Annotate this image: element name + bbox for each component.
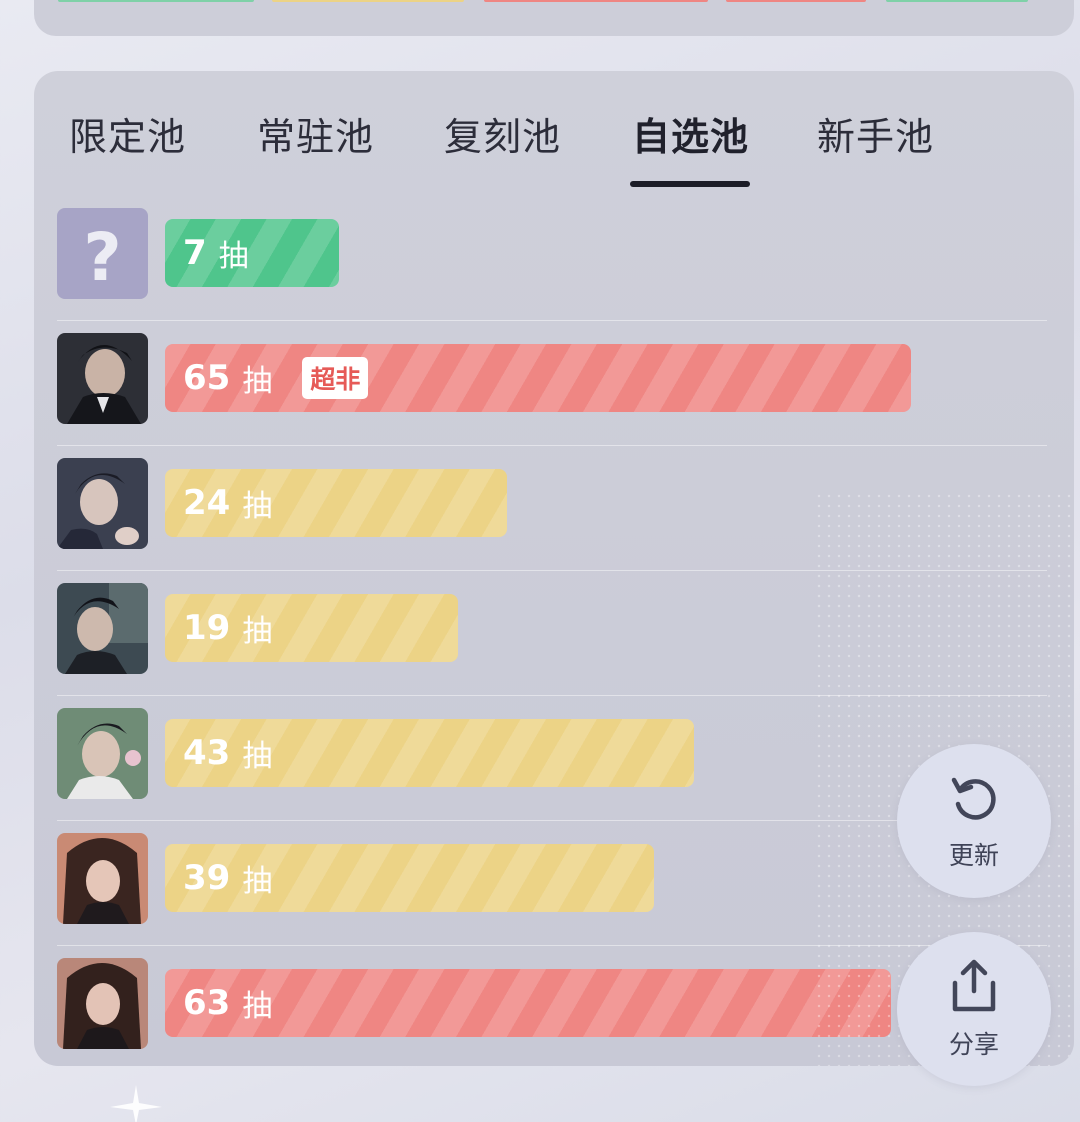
share-button[interactable]: 分享 — [897, 932, 1051, 1086]
pull-count: 65 — [183, 358, 231, 398]
pull-count: 24 — [183, 483, 231, 523]
refresh-button[interactable]: 更新 — [897, 744, 1051, 898]
pull-count: 43 — [183, 733, 231, 773]
tab-rerun-pool[interactable]: 复刻池 — [444, 106, 561, 161]
pull-count-bar: 43 抽 — [165, 719, 694, 787]
pull-count: 7 — [183, 233, 207, 273]
list-item[interactable]: 65 抽 超非 — [57, 321, 1047, 446]
pull-count-bar: 39 抽 — [165, 844, 654, 912]
pull-unit: 抽 — [242, 989, 273, 1024]
pull-history-card: 限定池 常驻池 复刻池 自选池 新手池 ? 7 抽 65 抽 超非 24 抽 1… — [34, 71, 1074, 1066]
avatar — [57, 583, 148, 674]
active-tab-indicator — [630, 181, 750, 187]
tab-beginner-pool[interactable]: 新手池 — [817, 106, 934, 161]
avatar — [57, 333, 148, 424]
pull-unit: 抽 — [242, 864, 273, 899]
pull-count: 19 — [183, 608, 231, 648]
previous-bar-red — [726, 0, 866, 2]
pull-count: 39 — [183, 858, 231, 898]
share-icon — [945, 957, 1003, 1019]
pool-tabs: 限定池 常驻池 复刻池 自选池 新手池 — [34, 71, 1074, 201]
avatar — [57, 833, 148, 924]
pull-unit: 抽 — [218, 239, 249, 274]
sparkle-decoration — [110, 1085, 162, 1122]
list-item[interactable]: ? 7 抽 — [57, 196, 1047, 321]
pull-count-bar: 19 抽 — [165, 594, 458, 662]
previous-bar-green — [58, 0, 254, 2]
pull-unit: 抽 — [242, 489, 273, 524]
pull-count-bar: 65 抽 超非 — [165, 344, 911, 412]
pull-count-bar: 24 抽 — [165, 469, 507, 537]
share-label: 分享 — [948, 1030, 999, 1059]
unlucky-badge: 超非 — [302, 357, 369, 399]
previous-bar-green — [886, 0, 1028, 2]
tab-limited-pool[interactable]: 限定池 — [69, 106, 186, 161]
svg-text:?: ? — [83, 219, 121, 296]
avatar — [57, 708, 148, 799]
refresh-icon — [946, 770, 1002, 830]
pull-unit: 抽 — [242, 739, 273, 774]
refresh-label: 更新 — [948, 841, 999, 870]
pull-count: 63 — [183, 983, 231, 1023]
avatar — [57, 458, 148, 549]
tab-standard-pool[interactable]: 常驻池 — [257, 106, 374, 161]
list-item[interactable]: 19 抽 — [57, 571, 1047, 696]
tab-selective-pool[interactable]: 自选池 — [632, 106, 749, 161]
pull-count-bar: 63 抽 — [165, 969, 891, 1037]
list-item[interactable]: 24 抽 — [57, 446, 1047, 571]
pull-unit: 抽 — [242, 614, 273, 649]
unknown-avatar: ? — [57, 208, 148, 299]
pull-unit: 抽 — [242, 364, 273, 399]
previous-section-card — [34, 0, 1074, 36]
avatar — [57, 958, 148, 1049]
pull-count-bar: 7 抽 — [165, 219, 339, 287]
previous-bar-yellow — [272, 0, 464, 2]
previous-bar-red — [484, 0, 708, 2]
